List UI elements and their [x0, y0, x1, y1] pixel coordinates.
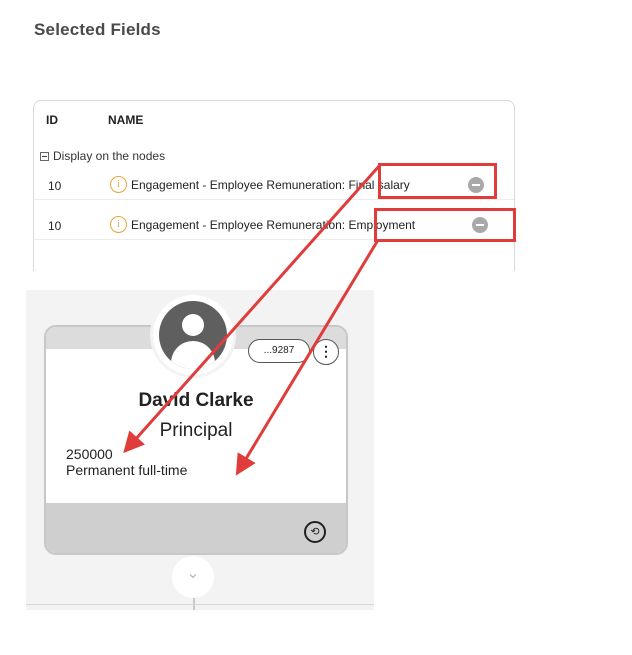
employee-title: Principal — [159, 420, 233, 441]
table-header: ID NAME — [34, 101, 514, 137]
highlight-box-final-salary — [378, 163, 497, 199]
employee-name: David Clarke — [138, 390, 254, 411]
avatar-body — [171, 341, 215, 369]
chevron-down-icon[interactable]: ⌄ — [172, 556, 214, 598]
more-options-icon[interactable]: ⋮ — [313, 339, 339, 365]
row-id: 10 — [48, 219, 62, 233]
highlight-box-employment — [374, 208, 516, 242]
selected-fields-heading: Selected Fields — [34, 20, 161, 39]
canvas-divider — [26, 604, 374, 605]
group-display-on-nodes[interactable]: Display on the nodes — [40, 149, 165, 163]
info-icon[interactable]: i — [110, 216, 127, 233]
field-label: Engagement - Employee Remuneration: Fina… — [131, 178, 410, 192]
avatar-head — [182, 314, 204, 336]
column-header-name[interactable]: NAME — [108, 113, 143, 127]
card-footer-band — [46, 503, 346, 553]
final-salary-value: 250000 — [66, 446, 113, 462]
employment-value: Permanent full-time — [66, 462, 188, 478]
field-label: Engagement - Employee Remuneration: Empl… — [131, 218, 416, 232]
employee-id-badge[interactable]: ...9287 — [248, 339, 310, 363]
collapse-icon[interactable] — [40, 151, 49, 161]
user-avatar-icon[interactable] — [150, 292, 236, 378]
avatar-silhouette — [159, 301, 227, 369]
swap-user-icon[interactable]: ⟲ — [304, 521, 326, 543]
group-label: Display on the nodes — [53, 149, 166, 163]
column-header-id[interactable]: ID — [46, 113, 58, 127]
info-icon[interactable]: i — [110, 176, 127, 193]
row-id: 10 — [48, 179, 62, 193]
